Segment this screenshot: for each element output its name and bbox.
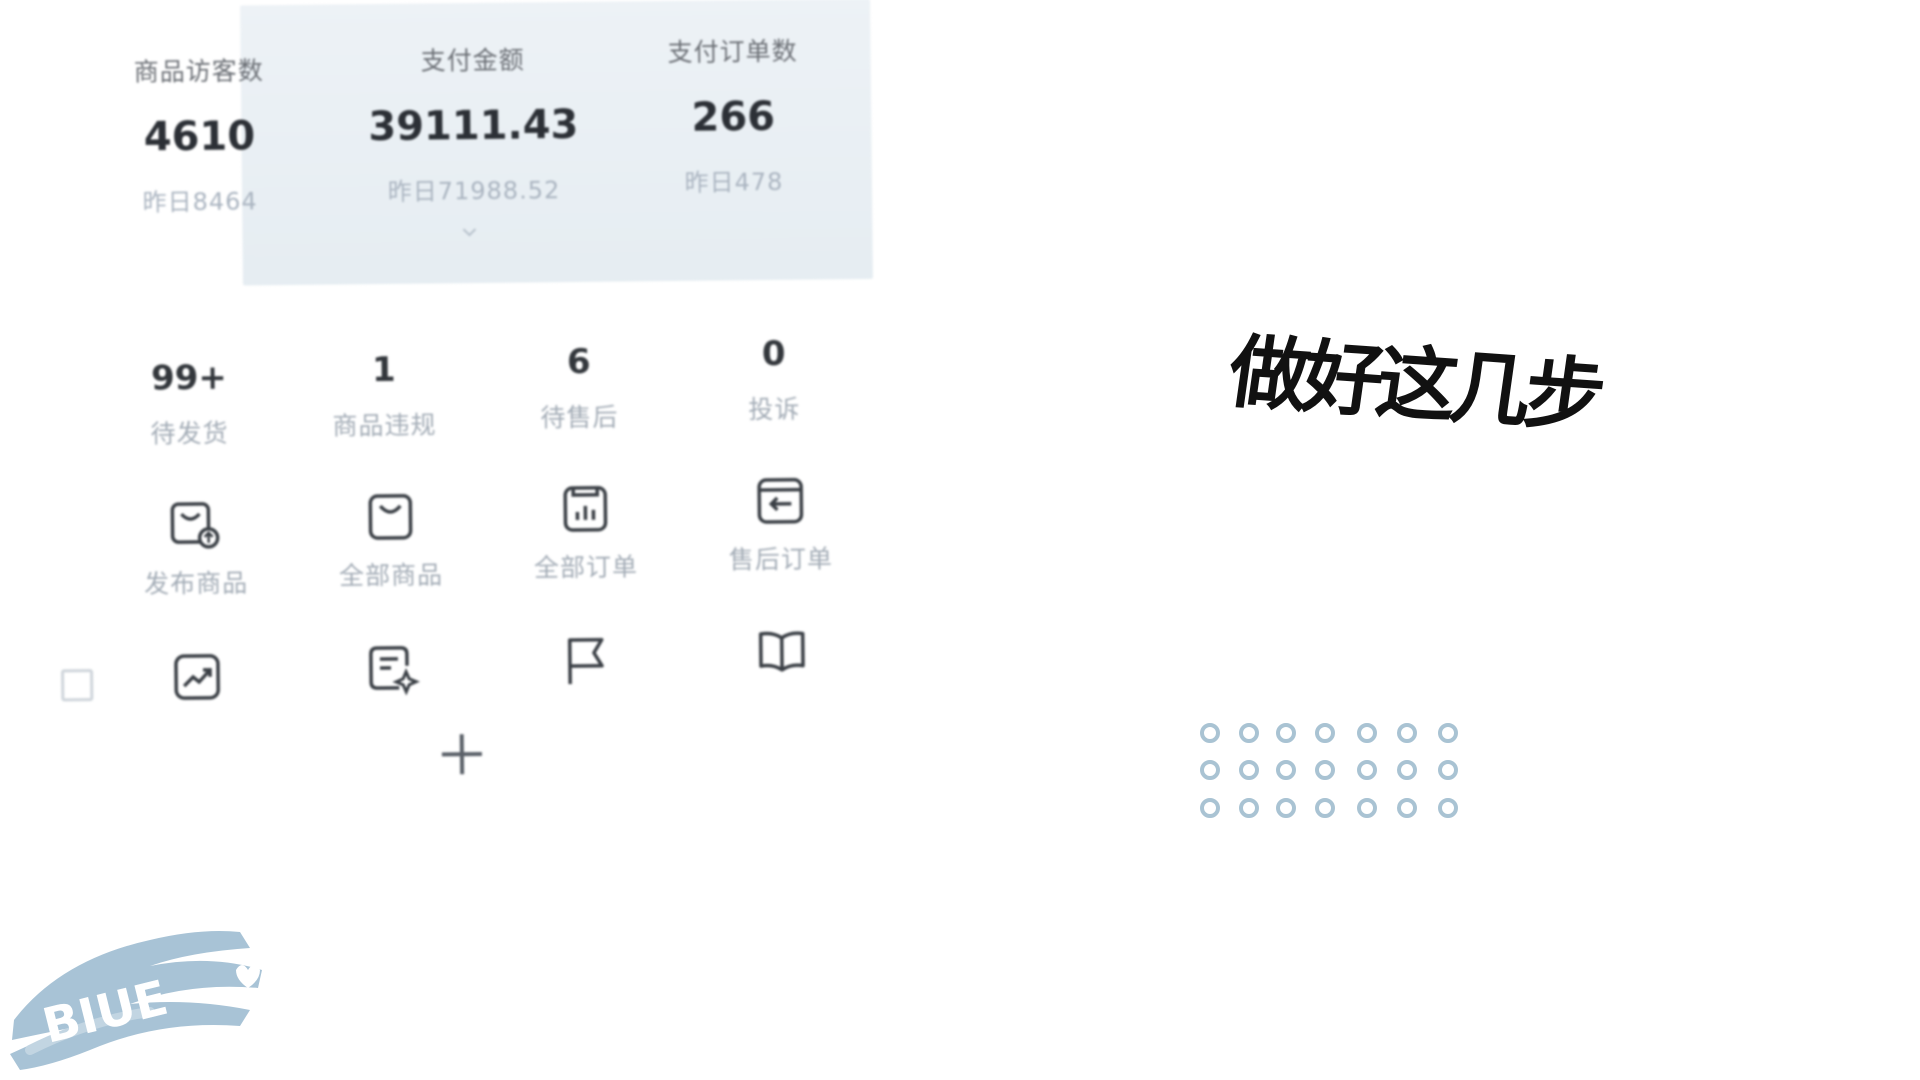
badge-count: 1 [371,349,396,391]
badge-product-violation[interactable]: 1 商品违规 [299,349,470,443]
orders-icon [563,486,608,532]
stat-label: 支付金额 [420,45,525,76]
badge-label: 投诉 [748,394,801,425]
tool-after-sale-orders[interactable]: 售后订单 [690,471,871,577]
badge-label: 商品违规 [332,410,437,441]
book-icon [758,631,805,672]
tool-label: 全部订单 [533,552,639,583]
stat-label: 商品访客数 [133,56,264,87]
stat-yesterday: 昨日8464 [142,187,258,217]
tool-flag[interactable] [497,631,678,691]
return-orders-icon [757,477,804,524]
publish-product-icon [170,502,220,549]
canvas: 商品访客数 4610 昨日8464 支付金额 39111.43 昨日71988.… [0,0,1920,1080]
stat-order-count[interactable]: 支付订单数 266 昨日478 [612,31,854,199]
stat-payment-amount[interactable]: 支付金额 39111.43 昨日71988.52 [352,40,594,208]
headline: 做好这几步 [1223,325,1606,444]
stat-value: 39111.43 [368,101,579,151]
tool-all-products[interactable]: 全部商品 [300,487,481,593]
phone-screenshot: 商品访客数 4610 昨日8464 支付金额 39111.43 昨日71988.… [0,0,909,900]
plus-icon[interactable] [438,730,487,779]
badge-label: 待售后 [540,402,619,433]
stat-value: 266 [691,93,776,141]
stat-yesterday: 昨日71988.52 [387,176,561,206]
tool-document-edit[interactable] [302,639,483,699]
tool-all-orders[interactable]: 全部订单 [495,479,676,585]
tool-publish-product[interactable]: 发布商品 [105,495,286,601]
stat-visitors[interactable]: 商品访客数 4610 昨日8464 [79,51,321,219]
badge-label: 待发货 [150,418,229,449]
chevron-down-icon[interactable] [460,223,478,241]
stat-label: 支付订单数 [667,36,798,68]
stat-yesterday: 昨日478 [684,167,784,197]
stat-value: 4610 [143,113,256,161]
dots-pattern [1200,723,1458,818]
badge-count: 6 [566,341,591,383]
document-edit-icon [369,646,420,696]
badge-count: 99+ [150,357,228,399]
checkbox[interactable] [61,669,94,702]
badge-pending-after-sale[interactable]: 6 待售后 [494,341,665,435]
tool-data-trend[interactable] [107,647,288,707]
tool-label: 发布商品 [143,568,249,599]
brush-logo: BIUE [10,931,262,1070]
flag-icon [567,637,604,685]
badge-count: 0 [761,333,786,375]
tool-label: 全部商品 [338,560,444,591]
badge-pending-shipment[interactable]: 99+ 待发货 [104,357,275,451]
trend-chart-icon [174,654,220,700]
shopping-bag-icon [368,494,413,540]
badge-complaints[interactable]: 0 投诉 [689,333,860,427]
tool-label: 售后订单 [728,544,834,575]
tool-book[interactable] [692,623,873,683]
